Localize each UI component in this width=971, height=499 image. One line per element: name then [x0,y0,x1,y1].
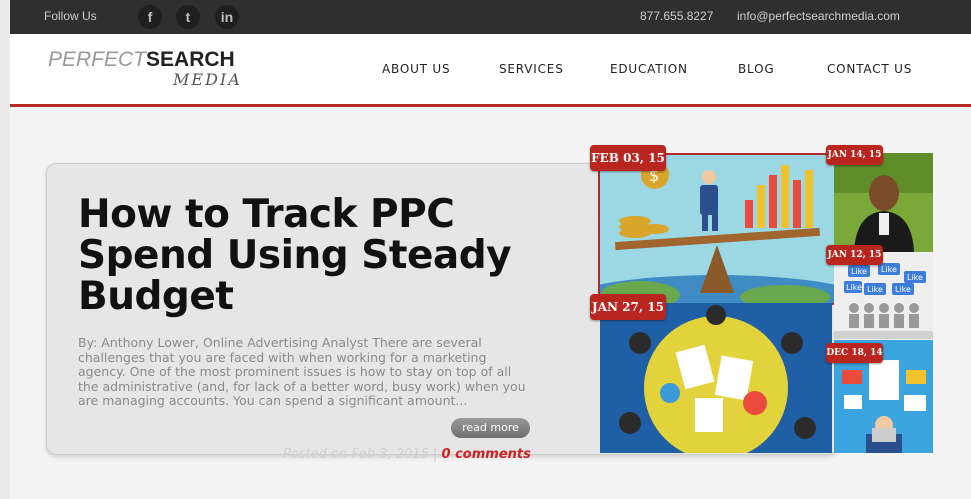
date-badge-jan-12: JAN 12, 15 [826,245,883,265]
post-title[interactable]: How to Track PPC Spend Using Steady Budg… [78,194,528,317]
page-left-edge [0,0,10,499]
tile-jan-14[interactable] [834,153,933,252]
logo-media: MEDIA [173,70,242,89]
linkedin-icon[interactable]: in [215,5,239,29]
top-bar: Follow Us f t in 877.655.8227 info@perfe… [10,0,971,34]
date-badge-jan-27: JAN 27, 15 [590,294,666,320]
person-portrait-illustration [834,153,933,252]
follow-us-label: Follow Us [44,9,97,23]
meeting-table-illustration [600,303,832,453]
comments-link[interactable]: 0 comments [442,447,531,462]
logo-perfect: PERFECT [48,48,147,71]
main-navigation: PERFECTSEARCH MEDIA ABOUT US SERVICES ED… [10,34,971,107]
twitter-icon[interactable]: t [176,5,200,29]
site-logo[interactable]: PERFECTSEARCH MEDIA [48,48,240,89]
tile-feb-03[interactable]: $ [598,153,836,305]
svg-text:Like: Like [881,265,897,274]
posted-date: Posted on Feb 3, 2015 | [283,447,438,462]
tile-jan-27[interactable] [600,303,832,453]
email-link[interactable]: info@perfectsearchmedia.com [737,9,900,23]
post-excerpt: By: Anthony Lower, Online Advertising An… [78,335,526,408]
svg-text:Like: Like [851,267,867,276]
nav-services[interactable]: SERVICES [499,62,564,76]
tile-jan-12[interactable]: Like Like Like Like Like Like [834,253,933,339]
logo-search: SEARCH [146,48,235,71]
facebook-icon[interactable]: f [138,5,162,29]
like-crowd-illustration: Like LikeLike Like LikeLike [834,253,933,339]
nav-contact-us[interactable]: CONTACT US [827,62,912,76]
read-more-button[interactable]: read more [451,418,530,438]
balance-scale-illustration: $ [600,155,834,303]
nav-blog[interactable]: BLOG [738,62,774,76]
svg-text:Like: Like [846,283,862,292]
date-badge-jan-14: JAN 14, 15 [826,145,883,165]
svg-text:Like: Like [895,285,911,294]
svg-text:Like: Like [867,285,883,294]
svg-text:Like: Like [907,273,923,282]
date-badge-feb-03: FEB 03, 15 [590,145,666,171]
date-badge-dec-18: DEC 18, 14 [826,343,883,363]
phone-number[interactable]: 877.655.8227 [640,9,713,23]
nav-about-us[interactable]: ABOUT US [382,62,450,76]
nav-education[interactable]: EDUCATION [610,62,688,76]
post-meta: Posted on Feb 3, 2015 | 0 comments [283,447,531,462]
